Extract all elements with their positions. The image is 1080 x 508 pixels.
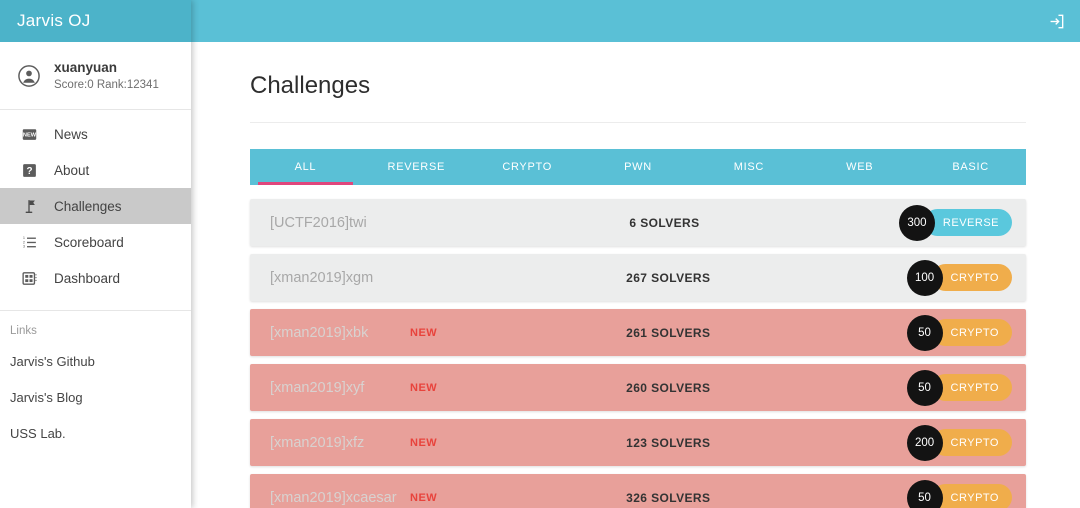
- user-score-rank: Score:0 Rank:12341: [54, 78, 159, 91]
- sidebar-brand[interactable]: Jarvis OJ: [0, 0, 191, 42]
- logout-button[interactable]: [1047, 12, 1066, 31]
- solvers-count: 123 SOLVERS: [626, 435, 711, 450]
- score-badge: 300: [898, 204, 935, 241]
- svg-text:2: 2: [22, 240, 24, 244]
- sidebar-item-label: Challenges: [54, 198, 122, 214]
- challenge-badges: 50 CRYPTO: [906, 314, 1026, 351]
- solvers-count: 261 SOLVERS: [626, 325, 711, 340]
- sidebar-item-label: Scoreboard: [54, 234, 124, 250]
- page-title: Challenges: [250, 72, 1026, 123]
- challenge-badges: 50 CRYPTO: [906, 369, 1026, 406]
- svg-text:NEW: NEW: [22, 132, 36, 138]
- main-area: Challenges ALL REVERSE CRYPTO PWN MISC W…: [191, 0, 1080, 508]
- category-tag: CRYPTO: [931, 319, 1012, 346]
- sidebar-item-scoreboard[interactable]: 1 2 3 Scoreboard: [0, 224, 191, 260]
- challenge-name: [UCTF2016]twi: [270, 214, 367, 231]
- app-root: Jarvis OJ xuanyuan Score:0 Rank:12341 NE…: [0, 0, 1080, 508]
- challenge-badges: 200 CRYPTO: [906, 424, 1026, 461]
- tab-web[interactable]: WEB: [804, 149, 915, 185]
- logout-icon: [1050, 14, 1064, 28]
- challenge-list: [UCTF2016]twi 6 SOLVERS 300 REVERSE [xman201…: [250, 199, 1026, 508]
- new-badge: NEW: [410, 381, 438, 394]
- category-tag: CRYPTO: [931, 264, 1012, 291]
- help-icon: ?: [10, 162, 48, 179]
- top-bar: [191, 0, 1080, 42]
- link-jarvis-github[interactable]: Jarvis's Github: [0, 343, 191, 379]
- challenge-badges: 50 CRYPTO: [906, 479, 1026, 508]
- user-meta: xuanyuan Score:0 Rank:12341: [48, 59, 159, 93]
- ordered-list-icon: 1 2 3: [10, 234, 48, 251]
- flag-icon: [10, 198, 48, 215]
- svg-text:1: 1: [22, 236, 24, 240]
- challenge-name: [xman2019]xyf: [270, 379, 365, 396]
- challenge-name: [xman2019]xgm: [270, 269, 374, 286]
- sidebar-item-challenges[interactable]: Challenges: [0, 188, 191, 224]
- link-uss-lab[interactable]: USS Lab.: [0, 415, 191, 451]
- sidebar-item-label: News: [54, 126, 88, 142]
- score-badge: 200: [906, 424, 943, 461]
- challenge-badges: 100 CRYPTO: [906, 259, 1026, 296]
- sidebar-links: Jarvis's Github Jarvis's Blog USS Lab.: [0, 343, 191, 451]
- score-badge: 50: [906, 369, 943, 406]
- challenge-row[interactable]: [xman2019]xfz NEW 123 SOLVERS 200 CRYPTO: [250, 419, 1026, 466]
- challenge-name: [xman2019]xcaesar: [270, 489, 397, 506]
- challenge-row[interactable]: [xman2019]xcaesar NEW 326 SOLVERS 50 CRYPTO: [250, 474, 1026, 508]
- challenge-row[interactable]: [UCTF2016]twi 6 SOLVERS 300 REVERSE: [250, 199, 1026, 246]
- new-badge: NEW: [410, 491, 438, 504]
- challenge-row[interactable]: [xman2019]xyf NEW 260 SOLVERS 50 CRYPTO: [250, 364, 1026, 411]
- user-name: xuanyuan: [54, 59, 118, 75]
- score-badge: 100: [906, 259, 943, 296]
- new-badge-icon: NEW: [10, 126, 48, 143]
- category-tag: CRYPTO: [931, 429, 1012, 456]
- new-badge: NEW: [410, 326, 438, 339]
- category-tag: CRYPTO: [931, 484, 1012, 508]
- category-tag: CRYPTO: [931, 374, 1012, 401]
- avatar: [10, 64, 48, 87]
- tab-pwn[interactable]: PWN: [583, 149, 694, 185]
- sidebar: Jarvis OJ xuanyuan Score:0 Rank:12341 NE…: [0, 0, 191, 508]
- solvers-count: 267 SOLVERS: [626, 270, 711, 285]
- category-tabs: ALL REVERSE CRYPTO PWN MISC WEB BASIC: [250, 149, 1026, 185]
- brand-title: Jarvis OJ: [17, 11, 91, 30]
- tab-reverse[interactable]: REVERSE: [361, 149, 472, 185]
- tab-basic[interactable]: BASIC: [915, 149, 1026, 185]
- svg-text:3: 3: [22, 244, 24, 248]
- solvers-count: 326 SOLVERS: [626, 490, 711, 505]
- solvers-count: 6 SOLVERS: [629, 215, 700, 230]
- sidebar-item-label: Dashboard: [54, 270, 121, 286]
- links-section-title: Links: [10, 325, 37, 337]
- user-profile-block[interactable]: xuanyuan Score:0 Rank:12341: [0, 42, 191, 110]
- svg-text:?: ?: [26, 166, 32, 177]
- score-badge: 50: [906, 314, 943, 351]
- account-circle-icon: [18, 64, 40, 87]
- content-panel: Challenges ALL REVERSE CRYPTO PWN MISC W…: [191, 42, 1080, 508]
- sidebar-item-label: About: [54, 162, 90, 178]
- tab-misc[interactable]: MISC: [693, 149, 804, 185]
- challenge-row[interactable]: [xman2019]xgm 267 SOLVERS 100 CRYPTO: [250, 254, 1026, 301]
- link-jarvis-blog[interactable]: Jarvis's Blog: [0, 379, 191, 415]
- category-tag: REVERSE: [923, 209, 1012, 236]
- solvers-count: 260 SOLVERS: [626, 380, 711, 395]
- new-badge: NEW: [410, 436, 438, 449]
- challenge-name: [xman2019]xfz: [270, 434, 365, 451]
- challenge-badges: 300 REVERSE: [898, 204, 1026, 241]
- challenge-name: [xman2019]xbk: [270, 324, 369, 341]
- sidebar-item-news[interactable]: NEW News: [0, 116, 191, 152]
- tab-all[interactable]: ALL: [250, 149, 361, 185]
- sidebar-nav: NEW News ? About Challenges 1 2 3 Scoreb…: [0, 110, 191, 296]
- dashboard-icon: [10, 270, 48, 287]
- tab-crypto[interactable]: CRYPTO: [472, 149, 583, 185]
- sidebar-item-about[interactable]: ? About: [0, 152, 191, 188]
- score-badge: 50: [906, 479, 943, 508]
- sidebar-item-dashboard[interactable]: Dashboard: [0, 260, 191, 296]
- challenge-row[interactable]: [xman2019]xbk NEW 261 SOLVERS 50 CRYPTO: [250, 309, 1026, 356]
